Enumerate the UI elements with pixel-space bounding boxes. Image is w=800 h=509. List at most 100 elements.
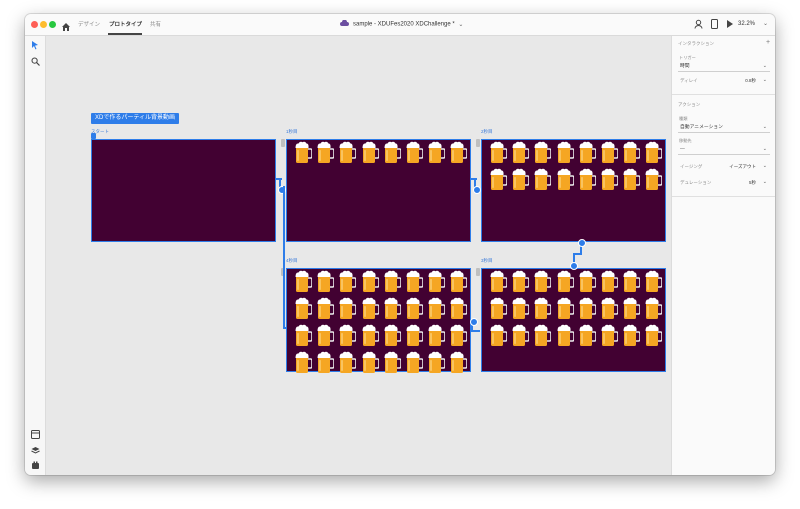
tab-share[interactable]: 共有 bbox=[150, 20, 161, 28]
zoom-chevron-down-icon[interactable]: ⌄ bbox=[763, 20, 768, 27]
artboard-label-3s[interactable]: 3秒目 bbox=[481, 258, 493, 264]
beer-mug-icon bbox=[557, 324, 575, 347]
beer-mug-icon bbox=[450, 324, 469, 347]
beer-grid bbox=[295, 270, 469, 374]
chevron-down-icon: ⌄ bbox=[762, 77, 767, 83]
beer-mug-icon bbox=[406, 324, 424, 347]
beer-mug-icon bbox=[317, 324, 335, 347]
wire-4s-loop[interactable] bbox=[283, 186, 285, 329]
canvas[interactable]: XDで作るパーティル背景動画 スタート 1秒目 2秒目 4秒目 3秒目 bbox=[46, 36, 671, 475]
duration-value[interactable]: 5秒 bbox=[749, 178, 756, 187]
document-title-text: sample - XDUFes2020 XDChallenge * bbox=[353, 21, 455, 28]
add-interaction-button[interactable]: + bbox=[766, 39, 770, 46]
beer-mug-icon bbox=[428, 351, 446, 374]
artboard-handle[interactable] bbox=[476, 139, 480, 147]
delay-value[interactable]: 0.8秒 bbox=[745, 76, 756, 85]
artboard-start[interactable] bbox=[91, 139, 276, 242]
wire-node[interactable] bbox=[570, 262, 578, 270]
beer-mug-icon bbox=[534, 168, 553, 191]
beer-mug-icon bbox=[384, 351, 402, 374]
beer-mug-icon bbox=[534, 141, 553, 164]
profile-icon[interactable] bbox=[694, 19, 703, 31]
zoom-level[interactable]: 32.2% bbox=[738, 21, 755, 27]
chevron-down-icon: ⌄ bbox=[762, 163, 767, 169]
layers-icon[interactable] bbox=[30, 445, 40, 455]
artboard-4s[interactable] bbox=[286, 268, 471, 374]
trigger-select[interactable]: 時間 ⌄ bbox=[678, 62, 770, 72]
property-inspector: インタラクション + トリガー 時間 ⌄ ディレイ 0.8秒 ⌄ アクション 種… bbox=[671, 36, 775, 475]
play-icon[interactable] bbox=[726, 19, 734, 31]
wire-4s-loop-end[interactable] bbox=[283, 327, 287, 329]
flow-name-label[interactable]: XDで作るパーティル背景動画 bbox=[91, 113, 179, 124]
delay-label: ディレイ bbox=[680, 78, 698, 83]
beer-mug-icon bbox=[317, 270, 335, 293]
beer-mug-icon bbox=[317, 141, 335, 164]
mobile-preview-icon[interactable] bbox=[711, 19, 718, 31]
beer-mug-icon bbox=[645, 324, 664, 347]
wire-node[interactable] bbox=[473, 186, 481, 194]
beer-mug-icon bbox=[601, 324, 619, 347]
chevron-down-icon: ⌄ bbox=[762, 146, 767, 152]
beer-mug-icon bbox=[362, 297, 380, 320]
wire-2s-to-3s-bend[interactable] bbox=[574, 253, 582, 255]
active-tab-indicator bbox=[108, 33, 142, 35]
beer-mug-icon bbox=[557, 270, 575, 293]
plugins-icon[interactable] bbox=[30, 460, 40, 470]
cloud-doc-icon bbox=[340, 19, 349, 28]
minimize-window-button[interactable] bbox=[40, 21, 47, 28]
beer-mug-icon bbox=[362, 324, 380, 347]
delay-row[interactable]: ディレイ 0.8秒 ⌄ bbox=[678, 76, 770, 85]
tab-design[interactable]: デザイン bbox=[78, 20, 100, 28]
easing-value[interactable]: イーズアウト bbox=[729, 162, 756, 171]
tab-prototype[interactable]: プロトタイプ bbox=[109, 20, 142, 28]
artboard-1s[interactable] bbox=[286, 139, 471, 242]
home-icon[interactable] bbox=[61, 19, 71, 31]
beer-mug-icon bbox=[362, 351, 380, 374]
artboard-2s[interactable] bbox=[481, 139, 666, 242]
artboard-label-1s[interactable]: 1秒目 bbox=[286, 129, 298, 135]
artboard-3s[interactable] bbox=[481, 268, 666, 372]
beer-mug-icon bbox=[339, 324, 358, 347]
beer-mug-icon bbox=[645, 297, 664, 320]
zoom-tool-icon[interactable] bbox=[30, 56, 40, 66]
beer-mug-icon bbox=[557, 297, 575, 320]
beer-mug-icon bbox=[339, 270, 358, 293]
beer-mug-icon bbox=[645, 270, 664, 293]
artboard-handle[interactable] bbox=[476, 268, 480, 276]
beer-mug-icon bbox=[490, 297, 508, 320]
title-bar: デザイン プロトタイプ 共有 sample - XDUFes2020 XDCha… bbox=[25, 14, 775, 36]
beer-mug-icon bbox=[512, 141, 530, 164]
beer-mug-icon bbox=[601, 297, 619, 320]
assets-icon[interactable] bbox=[30, 429, 40, 439]
beer-mug-icon bbox=[406, 270, 424, 293]
beer-grid bbox=[295, 141, 469, 164]
action-type-select[interactable]: 自動アニメーション ⌄ bbox=[678, 123, 770, 133]
document-title[interactable]: sample - XDUFes2020 XDChallenge * ⌄ bbox=[340, 19, 463, 28]
beer-mug-icon bbox=[557, 168, 575, 191]
wire-node[interactable] bbox=[578, 239, 586, 247]
close-window-button[interactable] bbox=[31, 21, 38, 28]
artboard-label-2s[interactable]: 2秒目 bbox=[481, 129, 493, 135]
beer-mug-icon bbox=[490, 270, 508, 293]
beer-mug-icon bbox=[450, 270, 469, 293]
wire-node[interactable] bbox=[470, 318, 478, 326]
beer-mug-icon bbox=[512, 324, 530, 347]
beer-mug-icon bbox=[317, 297, 335, 320]
beer-mug-icon bbox=[339, 141, 358, 164]
select-tool-icon[interactable] bbox=[30, 40, 40, 50]
beer-grid bbox=[490, 270, 664, 347]
zoom-window-button[interactable] bbox=[49, 21, 56, 28]
beer-mug-icon bbox=[623, 270, 641, 293]
beer-mug-icon bbox=[623, 141, 641, 164]
beer-mug-icon bbox=[384, 270, 402, 293]
app-window: デザイン プロトタイプ 共有 sample - XDUFes2020 XDCha… bbox=[25, 14, 775, 475]
easing-row[interactable]: イージング イーズアウト ⌄ bbox=[678, 162, 770, 171]
artboard-label-start[interactable]: スタート bbox=[91, 129, 109, 135]
artboard-handle[interactable] bbox=[281, 139, 285, 147]
beer-mug-icon bbox=[579, 141, 597, 164]
wire-3s-to-4s-bend[interactable] bbox=[472, 330, 480, 332]
destination-select[interactable]: — ⌄ bbox=[678, 145, 770, 155]
beer-mug-icon bbox=[428, 324, 446, 347]
artboard-label-4s[interactable]: 4秒目 bbox=[286, 258, 298, 264]
duration-row[interactable]: デュレーション 5秒 ⌄ bbox=[678, 178, 770, 187]
